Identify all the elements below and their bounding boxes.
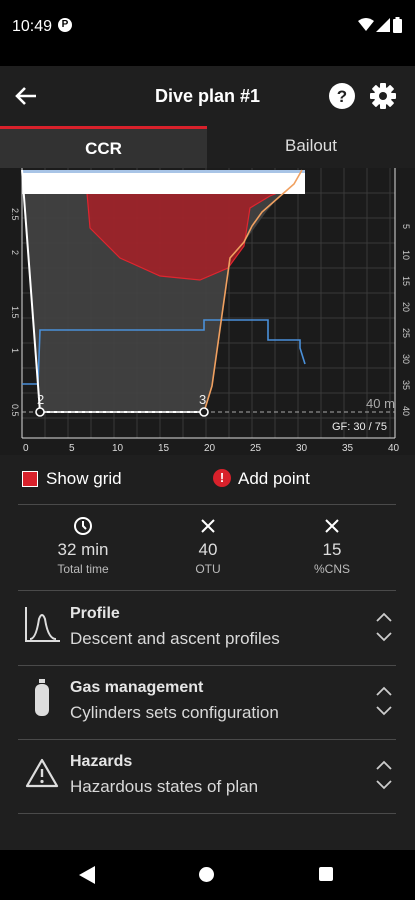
stat-otu: 40 OTU [153,515,263,576]
cylinder-icon [35,679,49,716]
tab-ccr[interactable]: CCR [0,126,207,168]
total-time-value: 32 min [57,540,109,559]
right-tick-label: 15 [401,276,411,286]
total-time-label: Total time [57,562,109,576]
tab-bailout[interactable]: Bailout [207,126,415,168]
expand-icon[interactable] [374,759,394,791]
svg-text:?: ? [337,87,347,106]
recents-icon[interactable] [319,867,333,881]
expand-icon[interactable] [374,685,394,717]
section-subtitle: Hazardous states of plan [70,777,259,796]
section-hazards[interactable]: Hazards Hazardous states of plan [18,739,396,813]
dive-profile-chart[interactable]: 2 3 40 m GF: 30 / 75 0 5 10 15 20 25 30 … [0,168,415,455]
depth-label: 40 m [366,396,395,411]
stat-cns: 15 %CNS [277,515,387,576]
profile-point [199,407,209,417]
x-tick-label: 25 [250,443,262,454]
x-tick-label: 35 [342,443,354,454]
right-tick-label: 25 [401,328,411,338]
right-tick-label: 35 [401,380,411,390]
system-nav-bar [0,850,415,900]
x-tick-label: 10 [112,443,124,454]
right-tick-label: 20 [401,302,411,312]
stat-total-time: 32 min Total time [28,515,138,576]
section-title: Gas management [70,679,204,696]
divider [18,504,396,505]
tab-bar: CCR Bailout [0,126,415,168]
right-tick-label: 30 [401,354,411,364]
left-tick-label: 1 [10,348,20,353]
left-tick-label: 0.5 [10,404,20,417]
section-subtitle: Cylinders sets configuration [70,703,279,722]
warning-icon [25,758,59,788]
show-grid-label[interactable]: Show grid [46,469,122,489]
left-tick-label: 2 [10,250,20,255]
point-label: 3 [199,392,206,407]
home-icon[interactable] [199,867,214,882]
battery-icon [393,17,402,33]
close-icon [201,519,215,533]
profile-curve-icon [25,607,60,642]
gear-icon[interactable] [369,82,397,110]
otu-label: OTU [195,562,221,576]
app-bar: Dive plan #1 ? [0,66,415,126]
point-label: 2 [37,392,44,407]
wifi-icon [358,18,374,31]
right-tick-label: 10 [401,250,411,260]
help-icon[interactable]: ? [328,82,356,110]
x-tick-label: 15 [158,443,170,454]
cns-value: 15 [322,540,342,559]
right-tick-label: 40 [401,406,411,416]
x-tick-label: 20 [204,443,216,454]
surface-band [22,170,305,194]
add-point-icon[interactable]: ! [213,469,231,487]
section-title: Hazards [70,753,133,770]
status-bar: 10:49 P [0,0,415,66]
clock-icon [74,517,92,535]
section-title: Profile [70,605,120,622]
section-profile[interactable]: Profile Descent and ascent profiles [18,591,396,665]
left-tick-label: 2.5 [10,208,20,221]
cns-label: %CNS [313,562,350,576]
profile-point [35,407,45,417]
status-time: 10:49 [12,18,53,35]
x-tick-label: 40 [388,443,400,454]
signal-icon [376,18,390,32]
close-icon [325,519,339,533]
plan-controls: Show grid ! Add point 32 min Total time … [0,455,415,850]
p-icon: P [58,18,72,32]
left-tick-label: 1.5 [10,306,20,319]
expand-icon[interactable] [374,611,394,643]
otu-value: 40 [198,540,218,559]
divider [18,813,396,814]
gf-label: GF: 30 / 75 [332,421,387,433]
add-point-label[interactable]: Add point [238,469,310,489]
show-grid-checkbox[interactable] [22,471,38,487]
x-tick-label: 5 [69,443,75,454]
section-gas-management[interactable]: Gas management Cylinders sets configurat… [18,665,396,739]
section-subtitle: Descent and ascent profiles [70,629,280,648]
x-tick-label: 30 [296,443,308,454]
back-icon[interactable] [79,866,95,884]
x-tick-label: 0 [23,443,29,454]
right-tick-label: 5 [401,224,411,229]
